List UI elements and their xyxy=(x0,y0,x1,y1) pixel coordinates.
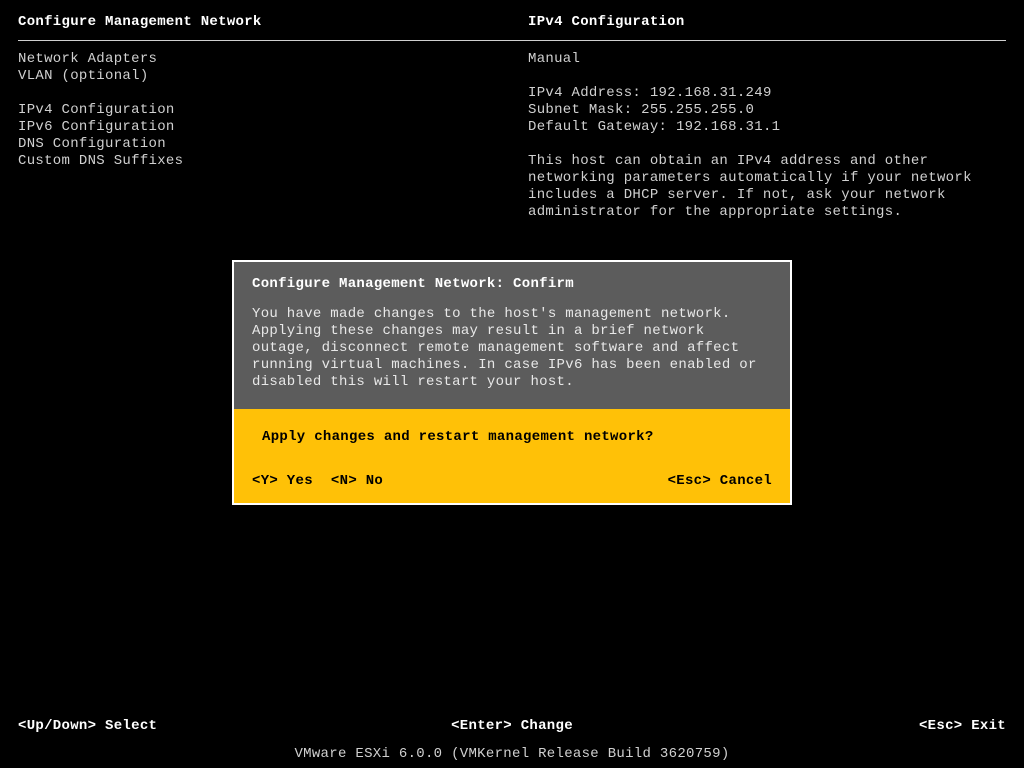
header-row: Configure Management Network IPv4 Config… xyxy=(18,14,1006,36)
subnet-mask-label: Subnet Mask: xyxy=(528,102,632,118)
menu-spacer xyxy=(18,85,478,102)
menu-item[interactable]: IPv6 Configuration xyxy=(18,119,478,136)
dialog-buttons: <Y> Yes <N> No <Esc> Cancel xyxy=(252,473,772,489)
gateway-value: 192.168.31.1 xyxy=(676,119,780,135)
dialog-top: Configure Management Network: Confirm Yo… xyxy=(234,262,790,409)
menu-item[interactable]: IPv4 Configuration xyxy=(18,102,478,119)
product-version: VMware ESXi 6.0.0 (VMKernel Release Buil… xyxy=(0,746,1024,762)
dialog-message: You have made changes to the host's mana… xyxy=(252,306,772,391)
help-text: This host can obtain an IPv4 address and… xyxy=(528,153,1008,221)
gateway-row: Default Gateway: 192.168.31.1 xyxy=(528,119,1008,136)
detail-column: Manual IPv4 Address: 192.168.31.249 Subn… xyxy=(528,51,1008,221)
hint-enter: <Enter> Change xyxy=(451,718,573,734)
ipv4-address-value: 192.168.31.249 xyxy=(650,85,772,101)
confirm-dialog: Configure Management Network: Confirm Yo… xyxy=(232,260,792,505)
no-button[interactable]: <N> No xyxy=(331,473,383,489)
ipv4-mode: Manual xyxy=(528,51,1008,68)
dialog-bottom: Apply changes and restart management net… xyxy=(234,409,790,503)
header-divider xyxy=(18,40,1006,41)
menu-item[interactable]: DNS Configuration xyxy=(18,136,478,153)
detail-spacer xyxy=(528,68,1008,85)
hint-esc: <Esc> Exit xyxy=(919,718,1006,734)
ipv4-address-row: IPv4 Address: 192.168.31.249 xyxy=(528,85,1008,102)
dialog-prompt: Apply changes and restart management net… xyxy=(252,429,772,445)
esxi-dcui-screen: Configure Management Network IPv4 Config… xyxy=(0,0,1024,768)
ipv4-address-label: IPv4 Address: xyxy=(528,85,641,101)
subnet-mask-value: 255.255.255.0 xyxy=(641,102,754,118)
menu-item[interactable]: Custom DNS Suffixes xyxy=(18,153,478,170)
detail-spacer xyxy=(528,136,1008,153)
page-title-left: Configure Management Network xyxy=(18,14,262,30)
menu-column: Network Adapters VLAN (optional) IPv4 Co… xyxy=(18,51,478,170)
subnet-mask-row: Subnet Mask: 255.255.255.0 xyxy=(528,102,1008,119)
gateway-label: Default Gateway: xyxy=(528,119,667,135)
menu-item[interactable]: Network Adapters xyxy=(18,51,478,68)
hint-updown: <Up/Down> Select xyxy=(18,718,157,734)
page-title-right: IPv4 Configuration xyxy=(528,14,685,30)
yes-button[interactable]: <Y> Yes xyxy=(252,473,313,489)
dialog-title: Configure Management Network: Confirm xyxy=(252,276,772,292)
menu-item[interactable]: VLAN (optional) xyxy=(18,68,478,85)
cancel-button[interactable]: <Esc> Cancel xyxy=(668,473,772,489)
footer-hints: <Up/Down> Select <Enter> Change <Esc> Ex… xyxy=(18,718,1006,734)
